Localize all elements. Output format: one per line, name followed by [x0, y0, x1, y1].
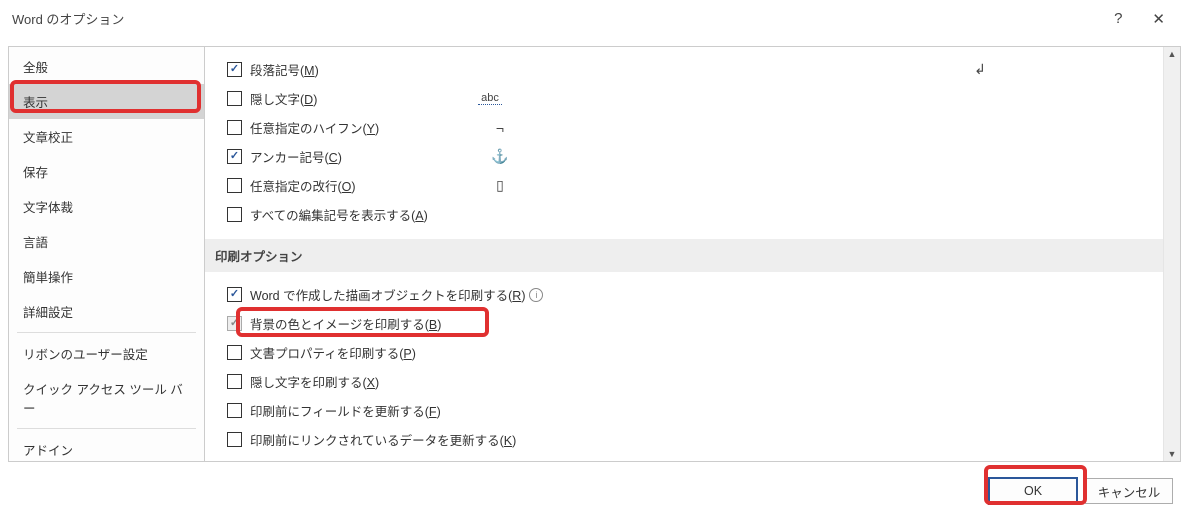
sidebar-item-typography[interactable]: 文字体裁	[9, 189, 204, 224]
checkbox[interactable]	[227, 91, 242, 106]
option-row: 任意指定のハイフン(Y)¬	[227, 113, 1153, 142]
option-row: 隠し文字(D) abc	[227, 84, 1153, 113]
option-row: 隠し文字を印刷する(X)	[227, 367, 1153, 396]
checkbox[interactable]	[227, 207, 242, 222]
cancel-button[interactable]: キャンセル	[1085, 478, 1173, 504]
checkbox[interactable]	[227, 374, 242, 389]
option-label: 印刷前にリンクされているデータを更新する(K)	[250, 430, 516, 449]
option-label: 印刷前にフィールドを更新する(F)	[250, 401, 441, 420]
option-label: 任意指定のハイフン(Y)	[250, 118, 470, 137]
option-label: すべての編集記号を表示する(A)	[250, 205, 470, 224]
sidebar-item-advanced[interactable]: 詳細設定	[9, 294, 204, 329]
option-row: Word で作成した描画オブジェクトを印刷する(R) i	[227, 280, 1153, 309]
sidebar-item-general[interactable]: 全般	[9, 49, 204, 84]
checkbox[interactable]	[227, 178, 242, 193]
close-icon[interactable]: ✕	[1152, 10, 1165, 28]
option-label: 任意指定の改行(O)	[250, 176, 470, 195]
checkbox[interactable]	[227, 120, 242, 135]
option-row: 任意指定の改行(O)▯	[227, 171, 1153, 200]
option-row: アンカー記号(C)⚓	[227, 142, 1153, 171]
scroll-down-icon[interactable]: ▼	[1168, 447, 1177, 461]
ok-button[interactable]: OK	[989, 478, 1077, 504]
section-print-heading: 印刷オプション	[205, 239, 1163, 272]
checkbox[interactable]	[227, 316, 242, 331]
option-symbol-icon: ¬	[470, 120, 530, 136]
sidebar-item-language[interactable]: 言語	[9, 224, 204, 259]
option-label: 隠し文字を印刷する(X)	[250, 372, 379, 391]
option-label: Word で作成した描画オブジェクトを印刷する(R)	[250, 285, 525, 304]
option-symbol-icon: ↲	[950, 61, 1010, 78]
sidebar-item-display[interactable]: 表示	[9, 84, 204, 119]
option-row: 印刷前にフィールドを更新する(F)	[227, 396, 1153, 425]
checkbox[interactable]	[227, 287, 242, 302]
option-symbol-icon: abc	[478, 92, 502, 105]
sidebar-item-proofing[interactable]: 文章校正	[9, 119, 204, 154]
option-label: 段落記号(M)	[250, 60, 470, 79]
title-bar: Word のオプション ? ✕	[0, 0, 1187, 38]
main-panel: 段落記号(M)↲隠し文字(D)abc任意指定のハイフン(Y)¬アンカー記号(C)…	[204, 46, 1181, 462]
sidebar-item-ribbon[interactable]: リボンのユーザー設定	[9, 336, 204, 371]
sidebar: 全般 表示 文章校正 保存 文字体裁 言語 簡単操作 詳細設定 リボンのユーザー…	[8, 46, 204, 462]
option-label: 隠し文字(D)	[250, 89, 470, 108]
option-row: 文書プロパティを印刷する(P)	[227, 338, 1153, 367]
option-row: すべての編集記号を表示する(A)	[227, 200, 1153, 229]
checkbox[interactable]	[227, 149, 242, 164]
checkbox[interactable]	[227, 62, 242, 77]
checkbox[interactable]	[227, 432, 242, 447]
option-row: 背景の色とイメージを印刷する(B)	[227, 309, 1153, 338]
option-label: 文書プロパティを印刷する(P)	[250, 343, 416, 362]
option-row: 印刷前にリンクされているデータを更新する(K)	[227, 425, 1153, 454]
help-icon[interactable]: ?	[1114, 10, 1122, 27]
scroll-up-icon[interactable]: ▲	[1168, 47, 1177, 61]
option-row: 段落記号(M) ↲	[227, 55, 1153, 84]
option-label: アンカー記号(C)	[250, 147, 470, 166]
option-symbol-icon: ▯	[470, 177, 530, 194]
scrollbar[interactable]: ▲ ▼	[1163, 47, 1180, 461]
option-symbol-icon: ⚓	[470, 148, 530, 165]
sidebar-item-addins[interactable]: アドイン	[9, 432, 204, 462]
window-title: Word のオプション	[12, 9, 1114, 28]
sidebar-item-quickaccess[interactable]: クイック アクセス ツール バー	[9, 371, 204, 425]
option-label: 背景の色とイメージを印刷する(B)	[250, 314, 441, 333]
checkbox[interactable]	[227, 403, 242, 418]
sidebar-item-ease[interactable]: 簡単操作	[9, 259, 204, 294]
info-icon[interactable]: i	[529, 288, 543, 302]
sidebar-item-save[interactable]: 保存	[9, 154, 204, 189]
checkbox[interactable]	[227, 345, 242, 360]
